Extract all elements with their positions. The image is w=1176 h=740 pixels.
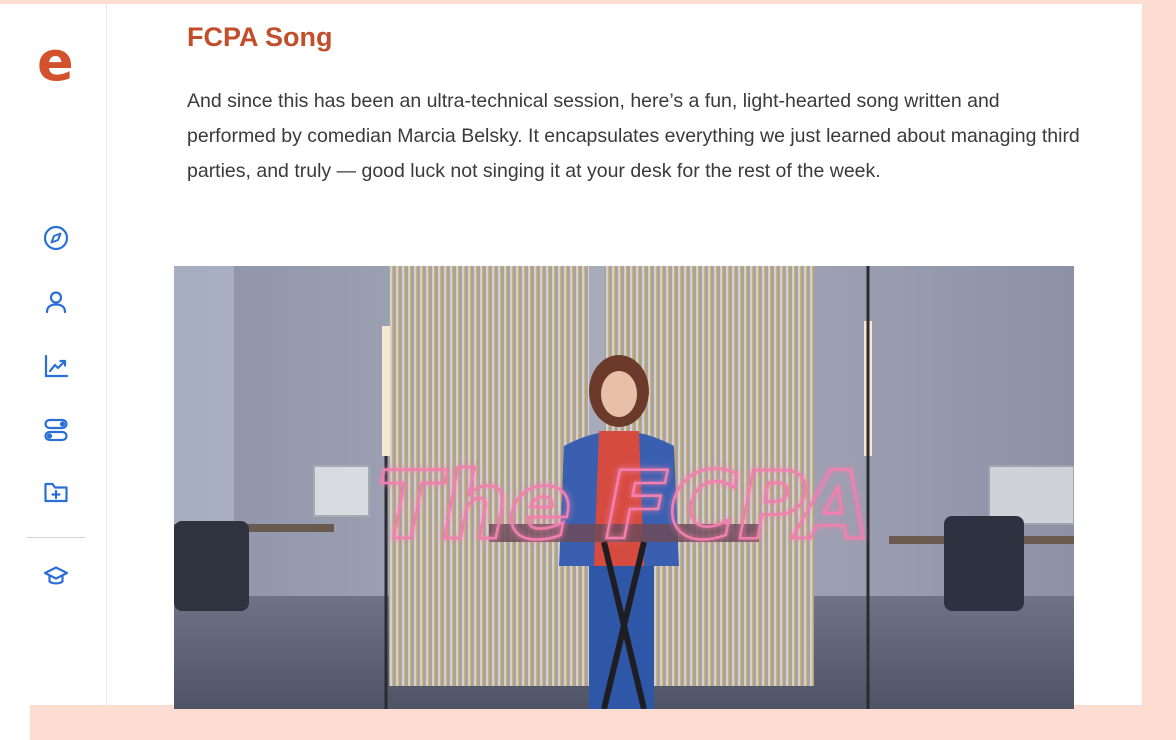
- lesson-title: FCPA Song: [187, 22, 333, 52]
- video-overlay-title: The FCPA: [377, 452, 871, 561]
- sidebar-item-settings[interactable]: [42, 416, 70, 444]
- backdrop-right: [1142, 0, 1176, 740]
- compass-icon: [43, 225, 69, 251]
- sidebar-item-analytics[interactable]: [42, 352, 70, 380]
- sidebar-item-explore[interactable]: [42, 224, 70, 252]
- brand-logo[interactable]: e: [33, 30, 77, 93]
- analytics-trend-icon: [44, 354, 69, 378]
- lesson-description: And since this has been an ultra-technic…: [187, 90, 1080, 182]
- backdrop-corner: [0, 705, 30, 740]
- backdrop-bottom: [30, 705, 1176, 740]
- user-icon: [45, 291, 67, 314]
- sidebar-item-learning[interactable]: [42, 562, 70, 590]
- svg-text:e: e: [37, 34, 74, 86]
- sidebar: e: [0, 4, 107, 705]
- sidebar-item-profile[interactable]: [42, 288, 70, 316]
- logo-e-icon: e: [37, 30, 74, 93]
- video-player[interactable]: The FCPA: [174, 266, 1074, 709]
- graduation-cap-icon: [43, 566, 69, 585]
- toggles-icon: [44, 418, 68, 442]
- folder-add-icon: [44, 482, 68, 503]
- lesson-card: e FCPA Song And since this has been an u…: [0, 4, 1142, 709]
- sidebar-item-add-folder[interactable]: [42, 478, 70, 506]
- sidebar-divider: [27, 537, 85, 538]
- video-thumbnail: The FCPA: [174, 266, 1074, 709]
